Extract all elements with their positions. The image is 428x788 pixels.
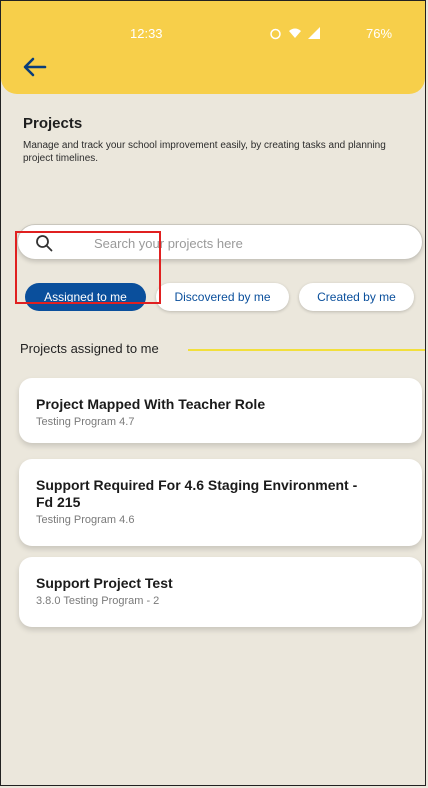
section-title: Projects assigned to me xyxy=(20,341,159,356)
search-icon xyxy=(36,235,53,252)
app-screen: 12:33 76% Projects Manage and track your… xyxy=(0,0,426,786)
project-card[interactable]: Support Required For 4.6 Staging Environ… xyxy=(19,459,422,546)
filter-created-by-me[interactable]: Created by me xyxy=(299,283,414,311)
status-icons xyxy=(269,27,320,40)
search-input[interactable] xyxy=(92,231,396,255)
project-title: Project Mapped With Teacher Role xyxy=(36,396,266,412)
app-header: 12:33 76% xyxy=(1,1,425,94)
page-header: Projects Manage and track your school im… xyxy=(23,115,417,165)
project-program: Testing Program 4.6 xyxy=(36,514,135,526)
filter-discovered-by-me[interactable]: Discovered by me xyxy=(156,283,289,311)
alarm-icon xyxy=(270,28,281,39)
project-card[interactable]: Project Mapped With Teacher Role Testing… xyxy=(19,378,422,443)
status-time: 12:33 xyxy=(130,25,163,41)
page-title: Projects xyxy=(23,115,83,132)
battery-level: 76% xyxy=(366,25,393,41)
page-subtitle: Manage and track your school improvement… xyxy=(23,140,386,164)
project-title: Support Required For 4.6 Staging Environ… xyxy=(36,477,358,510)
filter-assigned-to-me[interactable]: Assigned to me xyxy=(25,283,146,311)
status-bar: 12:33 76% xyxy=(1,23,425,43)
project-title: Support Project Test xyxy=(36,575,173,591)
project-program: 3.8.0 Testing Program - 2 xyxy=(36,595,160,607)
project-card[interactable]: Support Project Test 3.8.0 Testing Progr… xyxy=(19,557,422,627)
section-divider xyxy=(188,349,425,351)
signal-icon xyxy=(308,27,320,39)
project-program: Testing Program 4.7 xyxy=(36,416,135,428)
search-bar[interactable] xyxy=(17,224,423,260)
wifi-icon xyxy=(289,28,301,38)
arrow-left-icon[interactable] xyxy=(21,53,49,81)
